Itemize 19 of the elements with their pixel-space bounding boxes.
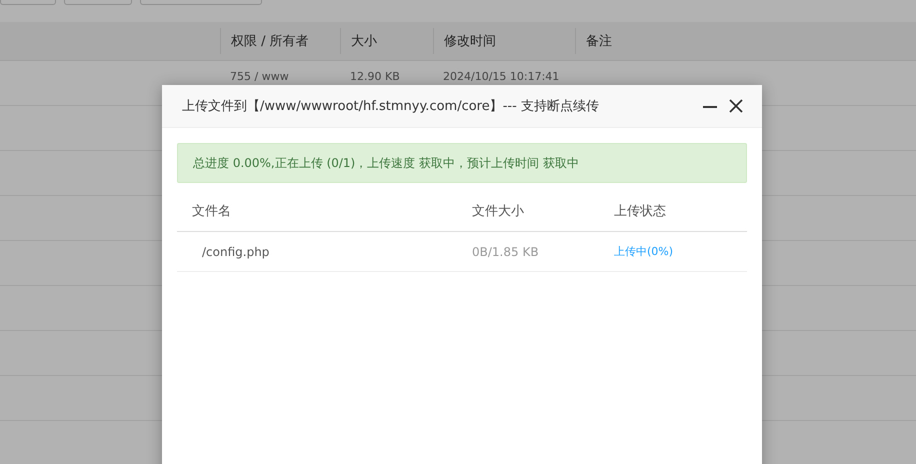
column-header: 文件大小 [472, 203, 525, 220]
upload-status: 上传中(0%) [614, 244, 674, 259]
table-cell-text: 2024/10/15 10:17:41 [442, 69, 560, 85]
dialog-title: 上传文件到【/www/wwwroot/hf.stmnyy.com/core】--- 支持断点续传 [182, 98, 600, 115]
column-header: 文件名 [191, 203, 232, 220]
toolbar-button[interactable] [64, 0, 132, 5]
column-header: 修改时间 [433, 28, 575, 54]
column-header: 权限 / 所有者 [220, 28, 340, 54]
column-header: 上传状态 [614, 203, 666, 220]
close-icon[interactable] [728, 98, 744, 114]
column-header: 备注 [575, 28, 916, 54]
toolbar-button[interactable] [140, 0, 262, 5]
table-cell-text: 12.90 KB [349, 69, 401, 85]
toolbar-button[interactable] [0, 0, 56, 5]
column-header: 大小 [340, 28, 433, 54]
file-size: 0B/1.85 KB [472, 244, 540, 258]
progress-message: 总进度 0.00%,正在上传 (0/1)，上传速度 获取中，预计上传时间 获取中 [177, 143, 747, 183]
file-name: /config.php [201, 244, 270, 258]
table-cell-text: 755 / www [229, 69, 290, 85]
